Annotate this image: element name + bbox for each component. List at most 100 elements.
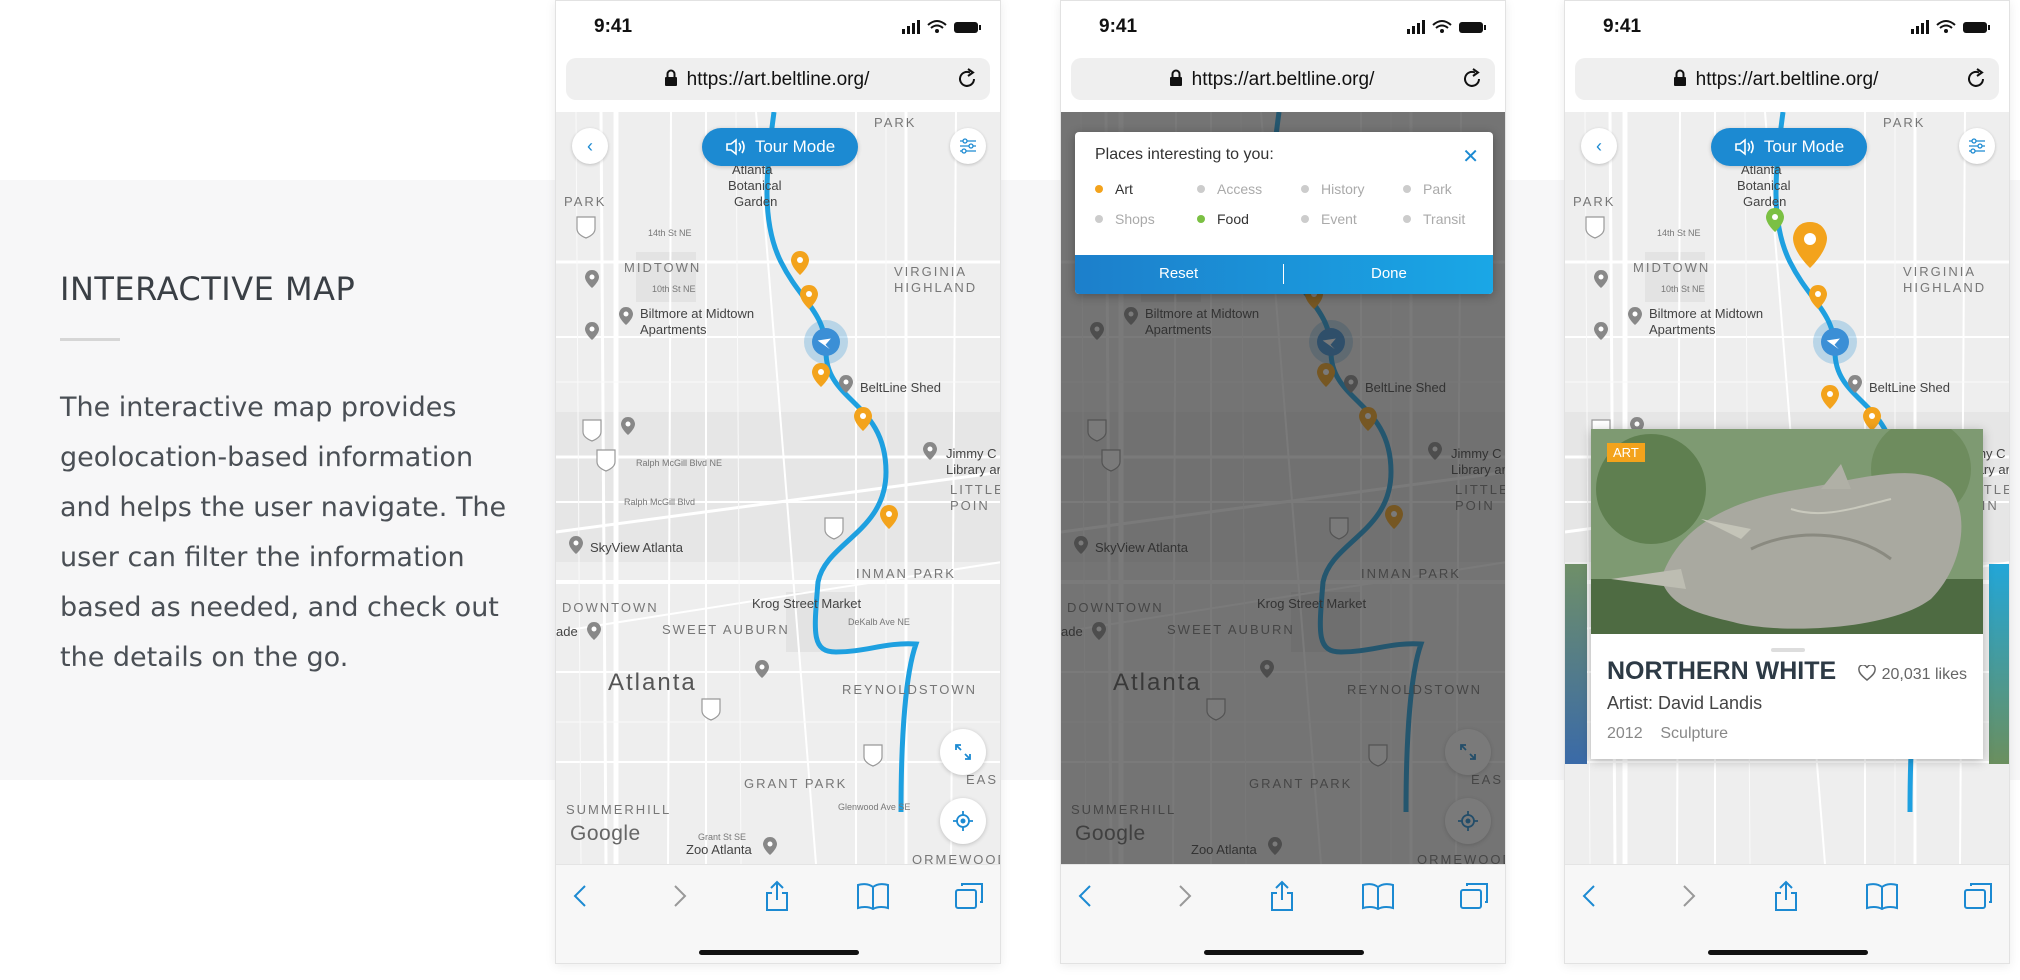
status-icons bbox=[1407, 20, 1486, 34]
map-back-button[interactable]: ‹ bbox=[1581, 128, 1617, 164]
address-bar[interactable]: https://art.beltline.org/ bbox=[566, 58, 990, 100]
artwork-meta: 2012 Sculpture bbox=[1607, 725, 1728, 743]
map-back-button[interactable]: ‹ bbox=[572, 128, 608, 164]
area-label: LITTLE bbox=[950, 482, 1001, 497]
reload-icon[interactable] bbox=[956, 68, 978, 90]
filter-dialog-title: Places interesting to you: bbox=[1095, 146, 1274, 163]
intro-section: INTERACTIVE MAP The interactive map prov… bbox=[60, 270, 520, 683]
phone-map-view: 9:41 https://art.beltline.org/ PARK PARK… bbox=[555, 0, 1001, 964]
place-label: ade bbox=[556, 624, 578, 639]
tour-mode-button[interactable]: Tour Mode bbox=[1711, 128, 1867, 166]
expand-button[interactable] bbox=[940, 729, 986, 775]
bookmarks-button[interactable] bbox=[853, 879, 893, 913]
tabs-button[interactable] bbox=[1958, 879, 1998, 913]
back-icon bbox=[1582, 885, 1595, 907]
street-label: 14th St NE bbox=[648, 228, 692, 238]
filter-option-history[interactable]: History bbox=[1301, 181, 1365, 197]
bookmarks-button[interactable] bbox=[1862, 879, 1902, 913]
section-description: The interactive map provides geolocation… bbox=[60, 392, 507, 673]
address-bar[interactable]: https://art.beltline.org/ bbox=[1575, 58, 1999, 100]
share-button[interactable] bbox=[757, 879, 797, 913]
status-bar: 9:41 bbox=[1061, 1, 1505, 53]
status-time: 9:41 bbox=[1603, 16, 1642, 37]
tabs-icon bbox=[1964, 883, 1992, 909]
highway-shield bbox=[576, 216, 596, 239]
tabs-button[interactable] bbox=[949, 879, 989, 913]
forward-button[interactable] bbox=[1165, 879, 1205, 913]
tabs-button[interactable] bbox=[1454, 879, 1494, 913]
share-button[interactable] bbox=[1262, 879, 1302, 913]
option-label: Access bbox=[1217, 181, 1263, 197]
heading-divider bbox=[60, 338, 120, 341]
next-card-peek[interactable] bbox=[1989, 564, 2009, 764]
address-bar[interactable]: https://art.beltline.org/ bbox=[1071, 58, 1495, 100]
drag-handle[interactable] bbox=[1771, 648, 1805, 652]
bookmarks-button[interactable] bbox=[1358, 879, 1398, 913]
status-icons bbox=[1911, 20, 1990, 34]
area-label: REYNOLDSTOWN bbox=[842, 682, 977, 697]
map-view[interactable]: HIGHLAND INMAN PARK DOWNTOWN SWEET AUBUR… bbox=[1061, 112, 1505, 864]
phone-detail-view: 9:41 https://art.beltline.org/ PARK PARK… bbox=[1564, 0, 2010, 964]
done-button[interactable]: Done bbox=[1371, 265, 1407, 282]
place-label: Botanical bbox=[1737, 178, 1791, 193]
filter-option-food[interactable]: Food bbox=[1197, 211, 1249, 227]
browser-toolbar bbox=[1061, 864, 1505, 963]
locate-button[interactable] bbox=[940, 798, 986, 844]
highway-shield bbox=[1585, 216, 1605, 239]
area-label: VIRGINIA bbox=[894, 264, 968, 279]
heart-icon[interactable] bbox=[1857, 664, 1876, 681]
place-label: Biltmore at Midtown bbox=[640, 306, 755, 321]
city-label: Atlanta bbox=[608, 669, 697, 696]
rhino-sculpture-image bbox=[1591, 429, 1983, 634]
back-button[interactable] bbox=[1065, 879, 1105, 913]
option-dot bbox=[1197, 185, 1205, 193]
area-label: DOWNTOWN bbox=[562, 600, 659, 615]
forward-icon bbox=[1683, 885, 1696, 907]
map-view[interactable]: PARK PARK MIDTOWN VIRGINIA HIGHLAND INMA… bbox=[556, 112, 1001, 864]
filter-option-transit[interactable]: Transit bbox=[1403, 211, 1465, 227]
filter-option-event[interactable]: Event bbox=[1301, 211, 1357, 227]
street-label: Grant St SE bbox=[698, 832, 747, 842]
reset-button[interactable]: Reset bbox=[1159, 265, 1198, 282]
share-button[interactable] bbox=[1766, 879, 1806, 913]
filter-button[interactable] bbox=[950, 128, 986, 164]
home-indicator bbox=[699, 950, 859, 955]
reload-icon[interactable] bbox=[1965, 68, 1987, 90]
filter-option-art[interactable]: Art bbox=[1095, 181, 1133, 197]
artwork-photo: ART bbox=[1591, 429, 1983, 634]
share-icon bbox=[766, 880, 788, 911]
option-label: Art bbox=[1115, 181, 1133, 197]
artwork-card[interactable]: ART NORTHERN WHITE 20,031 likes Artist: … bbox=[1591, 429, 1983, 759]
area-label: PARK bbox=[1573, 194, 1616, 209]
area-label: HIGHLAND bbox=[1903, 280, 1987, 295]
artwork-title: NORTHERN WHITE bbox=[1607, 657, 1837, 685]
forward-button[interactable] bbox=[1669, 879, 1709, 913]
tabs-icon bbox=[1460, 883, 1488, 909]
filter-dialog: Places interesting to you: ✕ Art Access … bbox=[1075, 132, 1493, 294]
back-button[interactable] bbox=[560, 879, 600, 913]
option-label: History bbox=[1321, 181, 1365, 197]
reload-icon[interactable] bbox=[1461, 68, 1483, 90]
filter-option-access[interactable]: Access bbox=[1197, 181, 1262, 197]
url-text: https://art.beltline.org/ bbox=[686, 69, 870, 90]
tour-mode-label: Tour Mode bbox=[1763, 137, 1845, 156]
back-button[interactable] bbox=[1569, 879, 1609, 913]
user-location bbox=[804, 320, 848, 364]
highway-shield bbox=[582, 419, 602, 442]
url-text: https://art.beltline.org/ bbox=[1191, 69, 1375, 90]
tour-mode-button[interactable]: Tour Mode bbox=[702, 128, 858, 166]
place-label: Zoo Atlanta bbox=[686, 842, 752, 857]
filter-option-shops[interactable]: Shops bbox=[1095, 211, 1155, 227]
filter-option-park[interactable]: Park bbox=[1403, 181, 1452, 197]
option-dot bbox=[1095, 215, 1103, 223]
place-label: Garden bbox=[734, 194, 778, 209]
previous-card-peek[interactable] bbox=[1565, 564, 1587, 764]
likes-count[interactable]: 20,031 likes bbox=[1857, 664, 1967, 684]
forward-button[interactable] bbox=[660, 879, 700, 913]
map-canvas[interactable] bbox=[556, 112, 1001, 864]
option-dot bbox=[1403, 185, 1411, 193]
close-icon[interactable]: ✕ bbox=[1462, 144, 1479, 169]
dialog-action-bar: Reset Done bbox=[1075, 255, 1493, 294]
filter-button[interactable] bbox=[1959, 128, 1995, 164]
artwork-year: 2012 bbox=[1607, 725, 1643, 742]
